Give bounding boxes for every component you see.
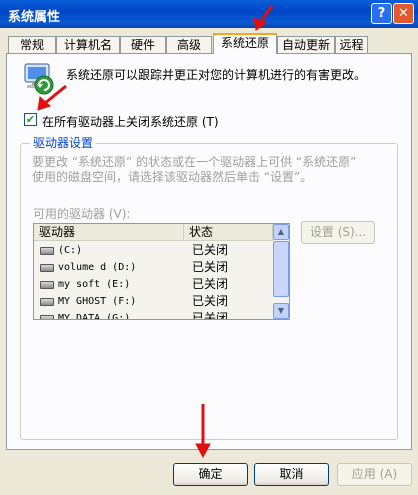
apply-button[interactable]: 应用 (A) [337, 463, 412, 486]
drive-icon [40, 264, 54, 272]
title-bar [0, 0, 418, 28]
drive-icon [40, 281, 54, 289]
drive-name: MY GHOST (F:) [58, 296, 137, 307]
drive-row[interactable]: volume d (D:) 已关闭 [34, 259, 273, 276]
tab-system-restore[interactable]: 系统还原 [213, 33, 277, 54]
column-header-status[interactable]: 状态 [184, 224, 273, 241]
drive-row[interactable]: my soft (E:) 已关闭 [34, 276, 273, 293]
drive-icon [40, 298, 54, 306]
scroll-up-icon[interactable]: ▲ [273, 224, 289, 240]
ok-button[interactable]: 确定 [173, 463, 248, 486]
help-icon[interactable]: ? [371, 3, 392, 24]
available-drives-label: 可用的驱动器 (V): [33, 207, 131, 221]
drive-settings-legend: 驱动器设置 [30, 134, 97, 151]
drive-name: my soft (E:) [58, 279, 131, 290]
drives-list[interactable]: 驱动器 状态 (C:) 已关闭 volume d (D:) 已关闭 my sof… [33, 223, 290, 320]
drive-icon [40, 247, 54, 255]
cancel-button[interactable]: 取消 [254, 463, 329, 486]
turn-off-system-restore-checkbox[interactable]: ✔ [24, 113, 37, 126]
drive-status: 已关闭 [192, 311, 229, 320]
drive-icon [40, 315, 54, 319]
drive-status: 已关闭 [192, 260, 229, 274]
tab-remote[interactable]: 远程 [335, 36, 368, 53]
close-icon[interactable]: ✕ [393, 3, 414, 24]
column-header-drive[interactable]: 驱动器 [34, 224, 184, 241]
drives-list-scrollbar[interactable]: ▲ ▼ [273, 224, 289, 319]
drive-row[interactable]: MY DATA (G:) 已关闭 [34, 310, 273, 320]
turn-off-system-restore-label[interactable]: 在所有驱动器上关闭系统还原 (T) [42, 113, 219, 130]
tab-general[interactable]: 常规 [8, 36, 56, 53]
drive-name: volume d (D:) [58, 262, 137, 273]
tab-hardware[interactable]: 硬件 [120, 36, 166, 53]
drive-row[interactable]: MY GHOST (F:) 已关闭 [34, 293, 273, 310]
drive-status: 已关闭 [192, 277, 229, 291]
drives-list-body: 驱动器 状态 (C:) 已关闭 volume d (D:) 已关闭 my sof… [34, 224, 273, 319]
drive-status: 已关闭 [192, 294, 229, 308]
drive-name: MY DATA (G:) [58, 313, 131, 320]
drive-status: 已关闭 [192, 243, 229, 257]
window-title: 系统属性 [8, 10, 61, 25]
system-restore-icon [24, 63, 54, 95]
drive-name: (C:) [58, 245, 83, 256]
drive-row[interactable]: (C:) 已关闭 [34, 242, 273, 259]
scroll-down-icon[interactable]: ▼ [273, 303, 289, 319]
tab-automatic-updates[interactable]: 自动更新 [277, 36, 335, 53]
scroll-thumb[interactable] [273, 241, 289, 297]
settings-button[interactable]: 设置 (S)... [301, 221, 375, 244]
intro-text: 系统还原可以跟踪并更正对您的计算机进行的有害更改。 [66, 68, 367, 82]
tab-computer-name[interactable]: 计算机名 [56, 36, 120, 53]
tab-advanced[interactable]: 高级 [166, 36, 212, 53]
group-description-line2: 使用的磁盘空间，请选择该驱动器然后单击 “设置”。 [32, 170, 313, 184]
